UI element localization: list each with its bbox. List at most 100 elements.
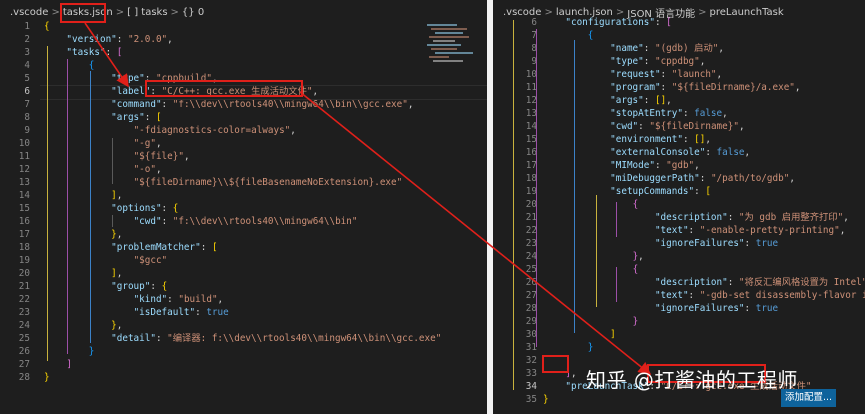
add-configuration-button[interactable]: 添加配置... xyxy=(781,389,836,407)
code-line[interactable]: 12 "-o", xyxy=(0,163,487,176)
code-line[interactable]: 26 "description": "将反汇编风格设置为 Intel", xyxy=(493,276,865,289)
code-text: { xyxy=(44,20,50,33)
line-number: 17 xyxy=(18,229,30,240)
code-line[interactable]: 26 } xyxy=(0,345,487,358)
line-number: 6 xyxy=(24,86,30,97)
code-line[interactable]: 27 "text": "-gdb-set disassembly-flavor … xyxy=(493,289,865,302)
code-line[interactable]: 21 "group": { xyxy=(0,280,487,293)
code-line[interactable]: 11 "program": "${fileDirname}/a.exe", xyxy=(493,81,865,94)
code-line[interactable]: 24 }, xyxy=(0,319,487,332)
code-line[interactable]: 2 "version": "2.0.0", xyxy=(0,33,487,46)
code-line[interactable]: 16 "cwd": "f:\\dev\\rtools40\\mingw64\\b… xyxy=(0,215,487,228)
code-token: "args" xyxy=(111,112,145,123)
code-line[interactable]: 19 "$gcc" xyxy=(0,254,487,267)
code-line[interactable]: 6 "configurations": [ xyxy=(493,16,865,29)
code-line[interactable]: 9 "-fdiagnostics-color=always", xyxy=(0,124,487,137)
code-token: "为 gdb 启用整齐打印" xyxy=(738,212,844,223)
tasks-json-editor[interactable]: .vscode > tasks.json >[ ] tasks >{} 0 1{2 "v… xyxy=(0,0,487,414)
code-line[interactable]: 20 { xyxy=(493,198,865,211)
code-token: , xyxy=(716,69,723,80)
code-line[interactable]: 24 }, xyxy=(493,250,865,263)
code-line[interactable]: 22 "text": "-enable-pretty-printing", xyxy=(493,224,865,237)
code-line[interactable]: 19 "setupCommands": [ xyxy=(493,185,865,198)
code-line[interactable]: 14 "cwd": "${fileDirname}", xyxy=(493,120,865,133)
code-token: "text" xyxy=(654,290,689,301)
code-line[interactable]: 9 "type": "cppdbg", xyxy=(493,55,865,68)
code-line[interactable]: 23 "ignoreFailures": true xyxy=(493,237,865,250)
code-line[interactable]: 22 "kind": "build", xyxy=(0,293,487,306)
code-token: : xyxy=(682,108,695,119)
code-token: : xyxy=(727,212,739,223)
code-line[interactable]: 20 ], xyxy=(0,267,487,280)
code-line[interactable]: 15 "environment": [], xyxy=(493,133,865,146)
code-token: , xyxy=(839,225,846,236)
code-text: { xyxy=(543,263,639,276)
code-line[interactable]: 10 "request": "launch", xyxy=(493,68,865,81)
code-text: "group": { xyxy=(44,280,167,293)
code-line[interactable]: 15 "options": { xyxy=(0,202,487,215)
code-token: : xyxy=(105,47,117,58)
breadcrumb-item[interactable]: {} 0 xyxy=(182,7,204,18)
code-token: "environment" xyxy=(610,134,683,145)
code-line[interactable]: 13 "${fileDirname}\\${fileBasenameNoExte… xyxy=(0,176,487,189)
code-line[interactable]: 4 { xyxy=(0,59,487,72)
code-text: { xyxy=(44,59,95,72)
code-token: : xyxy=(144,112,156,123)
line-number: 33 xyxy=(525,368,537,379)
breadcrumb-separator: > xyxy=(170,6,179,18)
code-line[interactable]: 21 "description": "为 gdb 启用整齐打印", xyxy=(493,211,865,224)
code-line[interactable]: 10 "-g", xyxy=(0,137,487,150)
code-line[interactable]: 18 "problemMatcher": [ xyxy=(0,241,487,254)
code-line[interactable]: 17 }, xyxy=(0,228,487,241)
code-token: true xyxy=(755,303,779,314)
code-token: [ xyxy=(705,186,711,197)
launch-json-editor[interactable]: .vscode > launch.json > JSON 语言功能 > preLaunchT… xyxy=(493,0,865,414)
minimap-line xyxy=(435,52,473,54)
code-line[interactable]: 25 { xyxy=(493,263,865,276)
code-token: "${file}" xyxy=(133,151,184,162)
breadcrumb-item[interactable]: [ ] tasks xyxy=(127,7,167,18)
line-number: 20 xyxy=(18,268,30,279)
code-line[interactable]: 13 "stopAtEntry": false, xyxy=(493,107,865,120)
code-line[interactable]: 17 "MIMode": "gdb", xyxy=(493,159,865,172)
code-line[interactable]: 3 "tasks": [ xyxy=(0,46,487,59)
code-line[interactable]: 25 "detail": "编译器: f:\\dev\\rtools40\\mi… xyxy=(0,332,487,345)
code-token: : xyxy=(688,225,700,236)
code-line[interactable]: 27 ] xyxy=(0,358,487,371)
code-token: : xyxy=(654,160,667,171)
code-line[interactable]: 14 ], xyxy=(0,189,487,202)
code-token: : xyxy=(660,82,672,93)
code-text: "MIMode": "gdb", xyxy=(543,159,700,172)
code-line[interactable]: 28} xyxy=(0,371,487,384)
code-line[interactable]: 16 "externalConsole": false, xyxy=(493,146,865,159)
code-token: "kind" xyxy=(133,294,168,305)
code-line[interactable]: 12 "args": [], xyxy=(493,94,865,107)
code-token: : xyxy=(161,99,173,110)
code-token: ] xyxy=(610,329,616,340)
code-text: "description": "为 gdb 启用整齐打印", xyxy=(543,211,849,224)
code-line[interactable]: 29 } xyxy=(493,315,865,328)
code-line[interactable]: 11 "${file}", xyxy=(0,150,487,163)
code-text: "request": "launch", xyxy=(543,68,722,81)
breadcrumb-item[interactable]: .vscode xyxy=(10,7,48,18)
code-line[interactable]: 30 ] xyxy=(493,328,865,341)
code-token: : xyxy=(688,290,700,301)
code-token: , xyxy=(718,43,724,54)
code-token: "-o" xyxy=(133,164,156,175)
code-line[interactable]: 8 "name": "(gdb) 启动", xyxy=(493,42,865,55)
code-line[interactable]: 8 "args": [ xyxy=(0,111,487,124)
code-line[interactable]: 31 } xyxy=(493,341,865,354)
code-line[interactable]: 7 { xyxy=(493,29,865,42)
minimap[interactable] xyxy=(427,24,483,94)
code-token: , xyxy=(722,108,728,119)
code-line[interactable]: 23 "isDefault": true xyxy=(0,306,487,319)
code-line[interactable]: 28 "ignoreFailures": true xyxy=(493,302,865,315)
code-line[interactable]: 18 "miDebuggerPath": "/path/to/gdb", xyxy=(493,172,865,185)
line-number: 22 xyxy=(525,225,537,236)
code-text: } xyxy=(543,341,594,354)
code-token: , xyxy=(116,320,123,331)
